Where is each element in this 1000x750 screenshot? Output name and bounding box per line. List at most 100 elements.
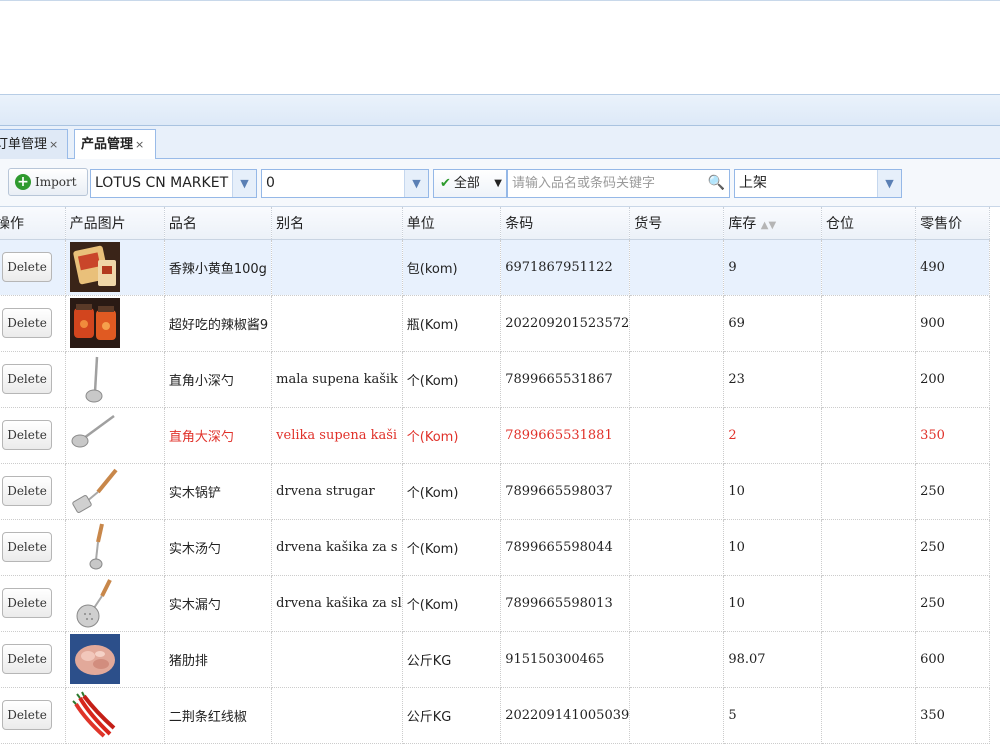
cell-sku <box>629 295 725 352</box>
cell-alias <box>271 295 403 352</box>
delete-button[interactable]: Delete <box>2 252 52 282</box>
cell-bin <box>821 239 917 296</box>
col-header-bin[interactable]: 仓位 <box>821 207 917 240</box>
table-row[interactable]: Delete 实木漏勺 drvena kašika za sl 个(Kom) 7… <box>0 575 990 632</box>
cell-stock: 23 <box>723 351 823 408</box>
table-row[interactable]: Delete 实木汤勺 drvena kašika za s 个(Kom) 78… <box>0 519 990 576</box>
cell-unit: 公斤KG <box>402 687 502 744</box>
cell-price: 350 <box>915 407 990 464</box>
delete-button[interactable]: Delete <box>2 420 52 450</box>
delete-button[interactable]: Delete <box>2 308 52 338</box>
col-header-barcode[interactable]: 条码 <box>500 207 631 240</box>
tab-product-management[interactable]: 产品管理 × <box>74 129 156 161</box>
search-icon[interactable]: 🔍 <box>708 170 725 197</box>
tab-order-management[interactable]: 订单管理 × <box>0 129 68 160</box>
col-header-actions: 操作 <box>0 207 66 240</box>
cell-bin <box>821 687 917 744</box>
cell-stock: 10 <box>723 519 823 576</box>
cell-barcode: 7899665531867 <box>500 351 631 408</box>
status-filter-label: 全部 <box>453 176 480 191</box>
cell-barcode: 915150300465 <box>500 631 631 688</box>
delete-button[interactable]: Delete <box>2 476 52 506</box>
status-filter-button[interactable]: ✔ 全部 ▼ <box>433 169 507 198</box>
cell-unit: 瓶(Kom) <box>402 295 502 352</box>
delete-button[interactable]: Delete <box>2 700 52 730</box>
cell-stock: 2 <box>723 407 823 464</box>
cell-unit: 个(Kom) <box>402 519 502 576</box>
table-row[interactable]: Delete 直角大深勺 velika supena kaši 个(Kom) 7… <box>0 407 990 464</box>
large-ladle-image <box>69 410 120 460</box>
search-input[interactable]: 请输入品名或条码关键字 🔍 <box>507 169 730 198</box>
table-row[interactable]: Delete 二荆条红线椒 公斤KG 202209141005039 5 350 <box>0 687 990 744</box>
product-image-cell[interactable] <box>65 407 165 464</box>
cell-barcode: 7899665598037 <box>500 463 631 520</box>
cell-alias: drvena strugar <box>271 463 403 520</box>
col-header-alias[interactable]: 别名 <box>271 207 403 240</box>
cell-bin <box>821 463 917 520</box>
cell-barcode: 6971867951122 <box>500 239 631 296</box>
check-icon: ✔ <box>440 176 451 191</box>
product-image-cell[interactable] <box>65 295 165 352</box>
product-image-cell[interactable] <box>65 463 165 520</box>
delete-button[interactable]: Delete <box>2 532 52 562</box>
chevron-down-icon[interactable]: ▼ <box>404 170 428 197</box>
cell-unit: 个(Kom) <box>402 463 502 520</box>
cell-barcode: 7899665598044 <box>500 519 631 576</box>
close-icon[interactable]: × <box>135 138 144 151</box>
col-header-unit[interactable]: 单位 <box>402 207 502 240</box>
pork-ribs-image <box>69 634 120 684</box>
delete-button[interactable]: Delete <box>2 644 52 674</box>
chili-sauce-image <box>69 298 120 348</box>
tab-label: 订单管理 <box>0 137 48 152</box>
col-header-price[interactable]: 零售价 <box>915 207 990 240</box>
cell-price: 900 <box>915 295 990 352</box>
cell-name: 直角小深勺 <box>164 351 273 408</box>
product-image-cell[interactable] <box>65 519 165 576</box>
cell-unit: 个(Kom) <box>402 575 502 632</box>
product-image-cell[interactable] <box>65 239 165 296</box>
cell-alias: drvena kašika za sl <box>271 575 403 632</box>
table-row[interactable]: Delete 超好吃的辣椒酱9 瓶(Kom) 202209201523572 6… <box>0 295 990 352</box>
store-select[interactable]: LOTUS CN MARKET ▼ <box>90 169 257 198</box>
delete-button[interactable]: Delete <box>2 364 52 394</box>
table-header-row: 操作 产品图片 品名 别名 单位 条码 货号 库存 ▲▼ 仓位 零售价 <box>0 207 990 240</box>
delete-button[interactable]: Delete <box>2 588 52 618</box>
table-row[interactable]: Delete 香辣小黄鱼100g 包(kom) 6971867951122 9 … <box>0 239 990 296</box>
table-row[interactable]: Delete 实木锅铲 drvena strugar 个(Kom) 789966… <box>0 463 990 520</box>
cell-unit: 个(Kom) <box>402 407 502 464</box>
red-chili-image <box>69 690 120 740</box>
cell-price: 250 <box>915 519 990 576</box>
col-header-stock[interactable]: 库存 ▲▼ <box>723 207 823 240</box>
import-button[interactable]: + Import <box>8 168 88 196</box>
cell-barcode: 7899665598013 <box>500 575 631 632</box>
cell-bin <box>821 351 917 408</box>
cell-alias: velika supena kaši <box>271 407 403 464</box>
close-icon[interactable]: × <box>49 138 58 151</box>
sort-icon[interactable]: ▲▼ <box>761 220 776 231</box>
chevron-down-icon[interactable]: ▼ <box>877 170 901 197</box>
shelf-status-select[interactable]: 上架 ▼ <box>734 169 902 198</box>
cell-name: 猪肋排 <box>164 631 273 688</box>
cell-name: 直角大深勺 <box>164 407 273 464</box>
cell-sku <box>629 687 725 744</box>
store-select-value: LOTUS CN MARKET <box>95 175 229 191</box>
col-header-sku[interactable]: 货号 <box>629 207 725 240</box>
wooden-skimmer-image <box>69 578 120 628</box>
cell-name: 香辣小黄鱼100g <box>164 239 273 296</box>
product-image-cell[interactable] <box>65 351 165 408</box>
wooden-spatula-image <box>69 466 120 516</box>
product-image-cell[interactable] <box>65 631 165 688</box>
product-image-cell[interactable] <box>65 687 165 744</box>
category-select[interactable]: 0 ▼ <box>261 169 429 198</box>
cell-price: 350 <box>915 687 990 744</box>
product-image-cell[interactable] <box>65 575 165 632</box>
col-header-image: 产品图片 <box>65 207 165 240</box>
table-row[interactable]: Delete 直角小深勺 mala supena kašik 个(Kom) 78… <box>0 351 990 408</box>
plus-icon: + <box>15 173 31 190</box>
cell-alias <box>271 687 403 744</box>
cell-price: 250 <box>915 575 990 632</box>
chevron-down-icon[interactable]: ▼ <box>232 170 256 197</box>
col-header-name[interactable]: 品名 <box>164 207 273 240</box>
table-row[interactable]: Delete 猪肋排 公斤KG 915150300465 98.07 600 <box>0 631 990 688</box>
cell-sku <box>629 575 725 632</box>
